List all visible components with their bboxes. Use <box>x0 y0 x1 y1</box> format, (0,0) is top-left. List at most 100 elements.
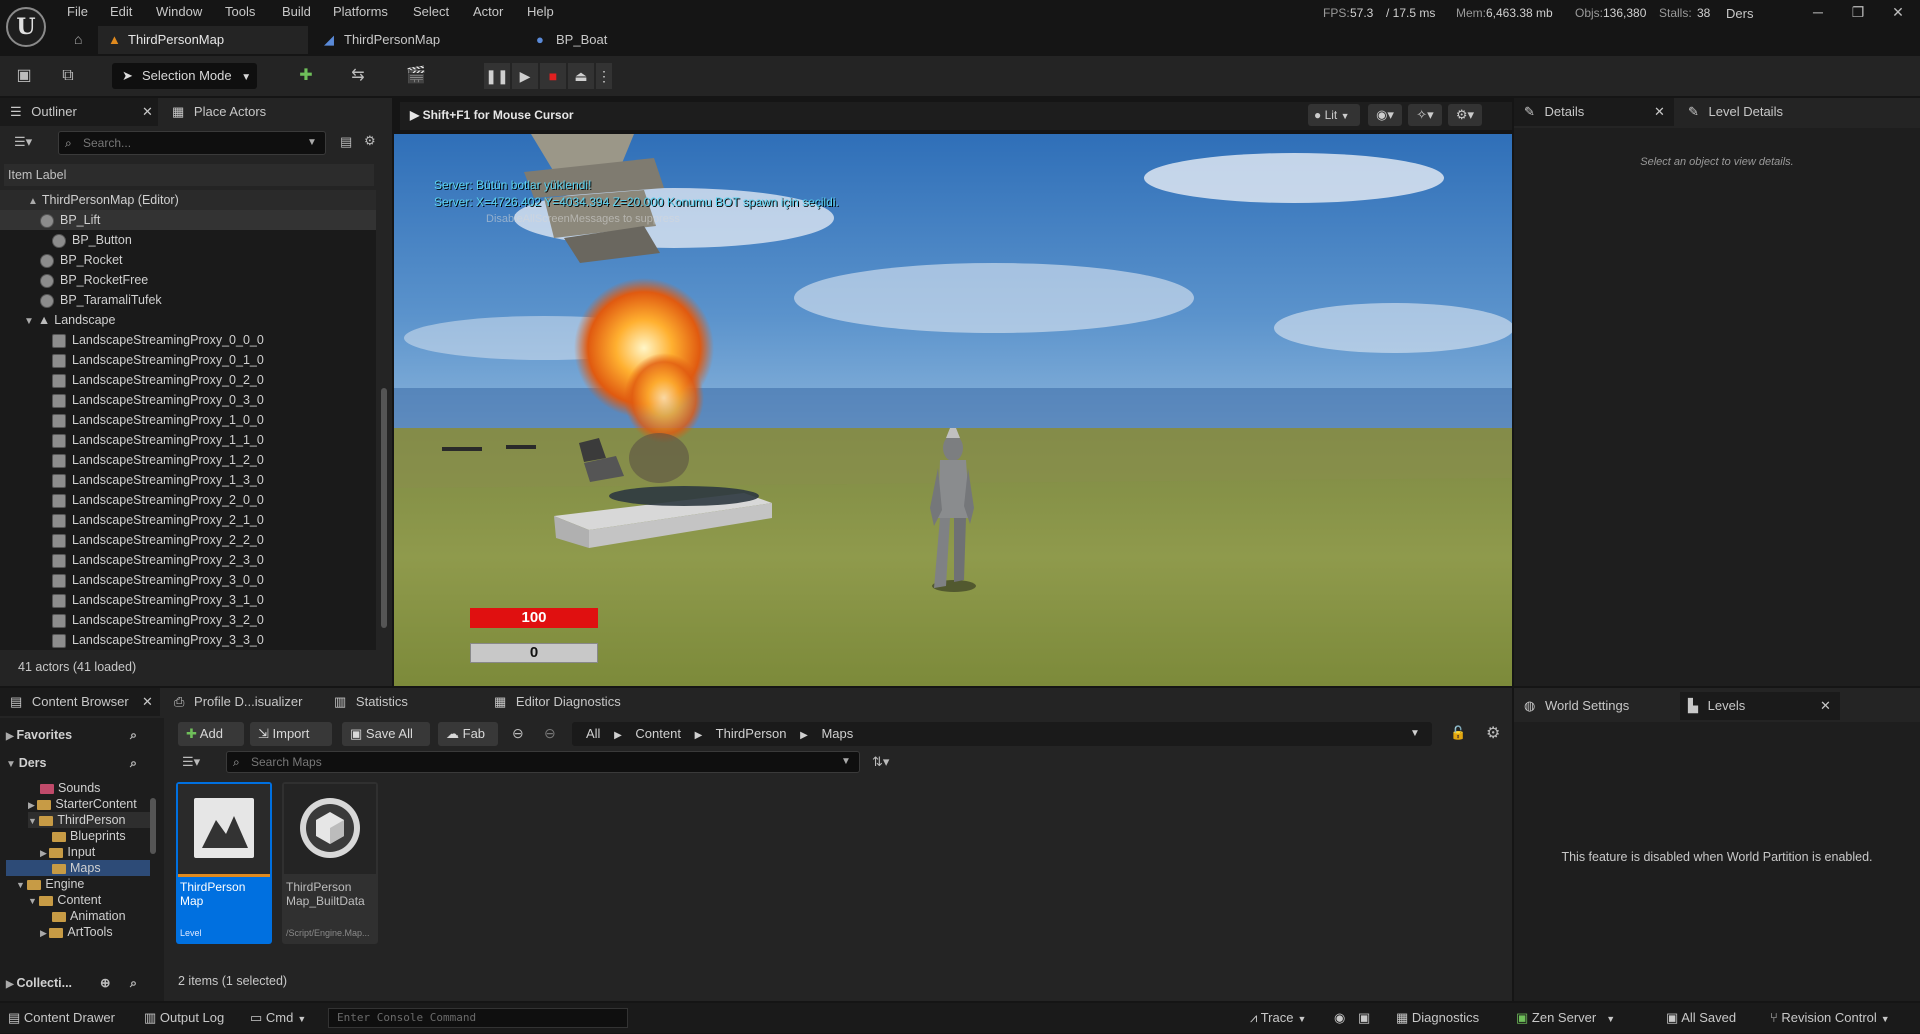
lock-icon[interactable]: 🔓 <box>1450 725 1466 741</box>
tab-statistics[interactable]: ▥ Statistics <box>330 688 470 716</box>
forward-icon[interactable]: ⊖ <box>544 725 556 742</box>
add-collection-icon[interactable]: ⊕ <box>100 970 110 996</box>
column-header-item-label[interactable]: Item Label <box>4 164 374 186</box>
tree-row[interactable]: LandscapeStreamingProxy_0_3_0 <box>0 390 376 410</box>
folder-input[interactable]: ▶ Input <box>40 844 95 860</box>
stop-button[interactable]: ■ <box>540 63 566 89</box>
settings-gear-icon[interactable]: ⚙ <box>1486 723 1500 743</box>
tab-content-browser[interactable]: ▤ Content Browser ✕ <box>0 688 160 716</box>
save-all-button[interactable]: ▣ Save All <box>342 722 430 746</box>
tree-row[interactable]: LandscapeStreamingProxy_1_3_0 <box>0 470 376 490</box>
search-icon[interactable]: ⌕ <box>130 750 137 776</box>
tree-row[interactable]: LandscapeStreamingProxy_0_2_0 <box>0 370 376 390</box>
tree-row[interactable]: LandscapeStreamingProxy_2_3_0 <box>0 550 376 570</box>
all-saved-indicator[interactable]: ▣ All Saved <box>1666 1003 1750 1033</box>
breadcrumb-thirdperson[interactable]: ThirdPerson <box>716 726 787 741</box>
restore-icon[interactable]: ❐ <box>1846 2 1870 22</box>
menu-build[interactable]: Build <box>282 3 311 21</box>
content-drawer-button[interactable]: ▤ Content Drawer <box>8 1003 132 1033</box>
fab-button[interactable]: ☁ Fab <box>438 722 498 746</box>
folder-sounds[interactable]: Sounds <box>40 780 100 796</box>
new-folder-icon[interactable]: ▤ <box>340 134 352 150</box>
menu-select[interactable]: Select <box>413 3 449 21</box>
tab-levels[interactable]: ▙ Levels ✕ <box>1680 692 1840 720</box>
menu-platforms[interactable]: Platforms <box>333 3 388 21</box>
zen-server-button[interactable]: ▣ Zen Server ▼ <box>1516 1003 1626 1033</box>
breadcrumb-content[interactable]: Content <box>635 726 681 741</box>
tree-row[interactable]: BP_Button <box>0 230 376 250</box>
tree-row[interactable]: LandscapeStreamingProxy_0_1_0 <box>0 350 376 370</box>
tree-row-root[interactable]: ▲ ThirdPersonMap (Editor) <box>0 190 376 210</box>
tree-row[interactable]: LandscapeStreamingProxy_2_2_0 <box>0 530 376 550</box>
performance-button[interactable]: ✧▾ <box>1408 104 1442 126</box>
folder-blueprints[interactable]: Blueprints <box>52 828 126 844</box>
selection-mode-dropdown[interactable]: ➤ Selection Mode ▼ <box>112 63 257 89</box>
asset-tile-builtdata[interactable]: ThirdPerson Map_BuiltData /Script/Engine… <box>282 782 378 944</box>
import-button[interactable]: ⇲ Import <box>250 722 332 746</box>
back-icon[interactable]: ⊖ <box>512 725 524 742</box>
home-icon[interactable]: ⌂ <box>74 31 82 47</box>
collections-header[interactable]: ▶ Collecti... ⊕ ⌕ <box>6 970 156 996</box>
folder-thirdperson[interactable]: ▼ ThirdPerson <box>28 812 150 828</box>
breadcrumb-maps[interactable]: Maps <box>821 726 853 741</box>
revision-control-button[interactable]: ⑂ Revision Control ▼ <box>1770 1003 1910 1033</box>
tree-row[interactable]: BP_RocketFree <box>0 270 376 290</box>
tree-row[interactable]: LandscapeStreamingProxy_3_0_0 <box>0 570 376 590</box>
tree-row[interactable]: BP_Rocket <box>0 250 376 270</box>
unreal-logo-icon[interactable]: U <box>6 7 46 47</box>
menu-tools[interactable]: Tools <box>225 3 255 21</box>
eject-button[interactable]: ⏏ <box>568 63 594 89</box>
chevron-down-icon[interactable]: ▼ <box>1410 722 1420 746</box>
tab-world-settings[interactable]: ◍ World Settings <box>1514 692 1674 720</box>
tree-row[interactable]: LandscapeStreamingProxy_3_3_0 <box>0 630 376 650</box>
outliner-search-input[interactable]: ⌕ Search... ▼ <box>58 131 326 155</box>
level-viewport[interactable]: ▶ Shift+F1 for Mouse Cursor ● Lit ▼ ◉▾ ✧… <box>394 98 1512 686</box>
more-options-icon[interactable]: ⋮ <box>596 63 612 89</box>
close-icon[interactable]: ✕ <box>1820 692 1831 720</box>
cinematics-icon[interactable]: 🎬 <box>404 64 428 88</box>
tree-row[interactable]: LandscapeStreamingProxy_1_2_0 <box>0 450 376 470</box>
tab-profile-visualizer[interactable]: ⎙ Profile D...isualizer <box>170 688 320 716</box>
menu-file[interactable]: File <box>67 3 88 21</box>
tree-row[interactable]: LandscapeStreamingProxy_1_1_0 <box>0 430 376 450</box>
tree-row[interactable]: LandscapeStreamingProxy_1_0_0 <box>0 410 376 430</box>
menu-help[interactable]: Help <box>527 3 554 21</box>
browse-icon[interactable]: ⧉ <box>56 64 80 88</box>
settings-gear-icon[interactable]: ⚙ <box>364 133 376 149</box>
console-command-input[interactable]: Enter Console Command <box>328 1008 628 1028</box>
favorites-header[interactable]: ▶ Favorites ⌕ <box>6 722 156 748</box>
asset-search-input[interactable]: ⌕ Search Maps ▼ <box>226 751 860 773</box>
cmd-dropdown[interactable]: ▭ Cmd ▼ <box>250 1003 316 1033</box>
pause-button[interactable]: ❚❚ <box>484 63 510 89</box>
tab-level-details[interactable]: ✎ Level Details <box>1680 98 1830 126</box>
asset-tile-thirdpersonmap[interactable]: ThirdPerson Map Level <box>176 782 272 944</box>
blueprint-menu-icon[interactable]: ⇆ <box>346 64 370 88</box>
viewport-settings-button[interactable]: ⚙▾ <box>1448 104 1482 126</box>
tab-outliner[interactable]: ☰ Outliner ✕ <box>0 98 158 126</box>
menu-actor[interactable]: Actor <box>473 3 503 21</box>
tree-row[interactable]: LandscapeStreamingProxy_0_0_0 <box>0 330 376 350</box>
folder-animation[interactable]: Animation <box>52 908 126 924</box>
folder-maps[interactable]: Maps <box>6 860 150 876</box>
tree-row[interactable]: LandscapeStreamingProxy_3_1_0 <box>0 590 376 610</box>
tree-row[interactable]: ▼ ▲ Landscape <box>0 310 376 330</box>
project-header[interactable]: ▼ Ders ⌕ <box>6 750 156 776</box>
tree-row[interactable]: LandscapeStreamingProxy_3_2_0 <box>0 610 376 630</box>
tree-row[interactable]: BP_TaramaliTufek <box>0 290 376 310</box>
breadcrumb-all[interactable]: All <box>586 726 600 741</box>
tree-row[interactable]: LandscapeStreamingProxy_2_1_0 <box>0 510 376 530</box>
add-actor-icon[interactable]: ✚ <box>294 64 318 88</box>
screenshot-icon[interactable]: ▣ <box>1358 1003 1370 1033</box>
tab-editor-diagnostics[interactable]: ▦ Editor Diagnostics <box>490 688 670 716</box>
tree-row[interactable]: LandscapeStreamingProxy_2_0_0 <box>0 490 376 510</box>
close-window-icon[interactable]: ✕ <box>1886 2 1910 22</box>
record-icon[interactable]: ◉ <box>1334 1003 1345 1033</box>
output-log-button[interactable]: ▥ Output Log <box>144 1003 238 1033</box>
tab-thirdpersonmap-level[interactable]: ▲ ThirdPersonMap <box>98 26 308 54</box>
filter-icon[interactable]: ☰▾ <box>182 754 200 770</box>
show-flags-button[interactable]: ◉▾ <box>1368 104 1402 126</box>
close-icon[interactable]: ✕ <box>1654 98 1665 126</box>
sort-icon[interactable]: ⇅▾ <box>872 754 889 770</box>
diagnostics-button[interactable]: ▦ Diagnostics <box>1396 1003 1492 1033</box>
search-icon[interactable]: ⌕ <box>130 970 137 996</box>
